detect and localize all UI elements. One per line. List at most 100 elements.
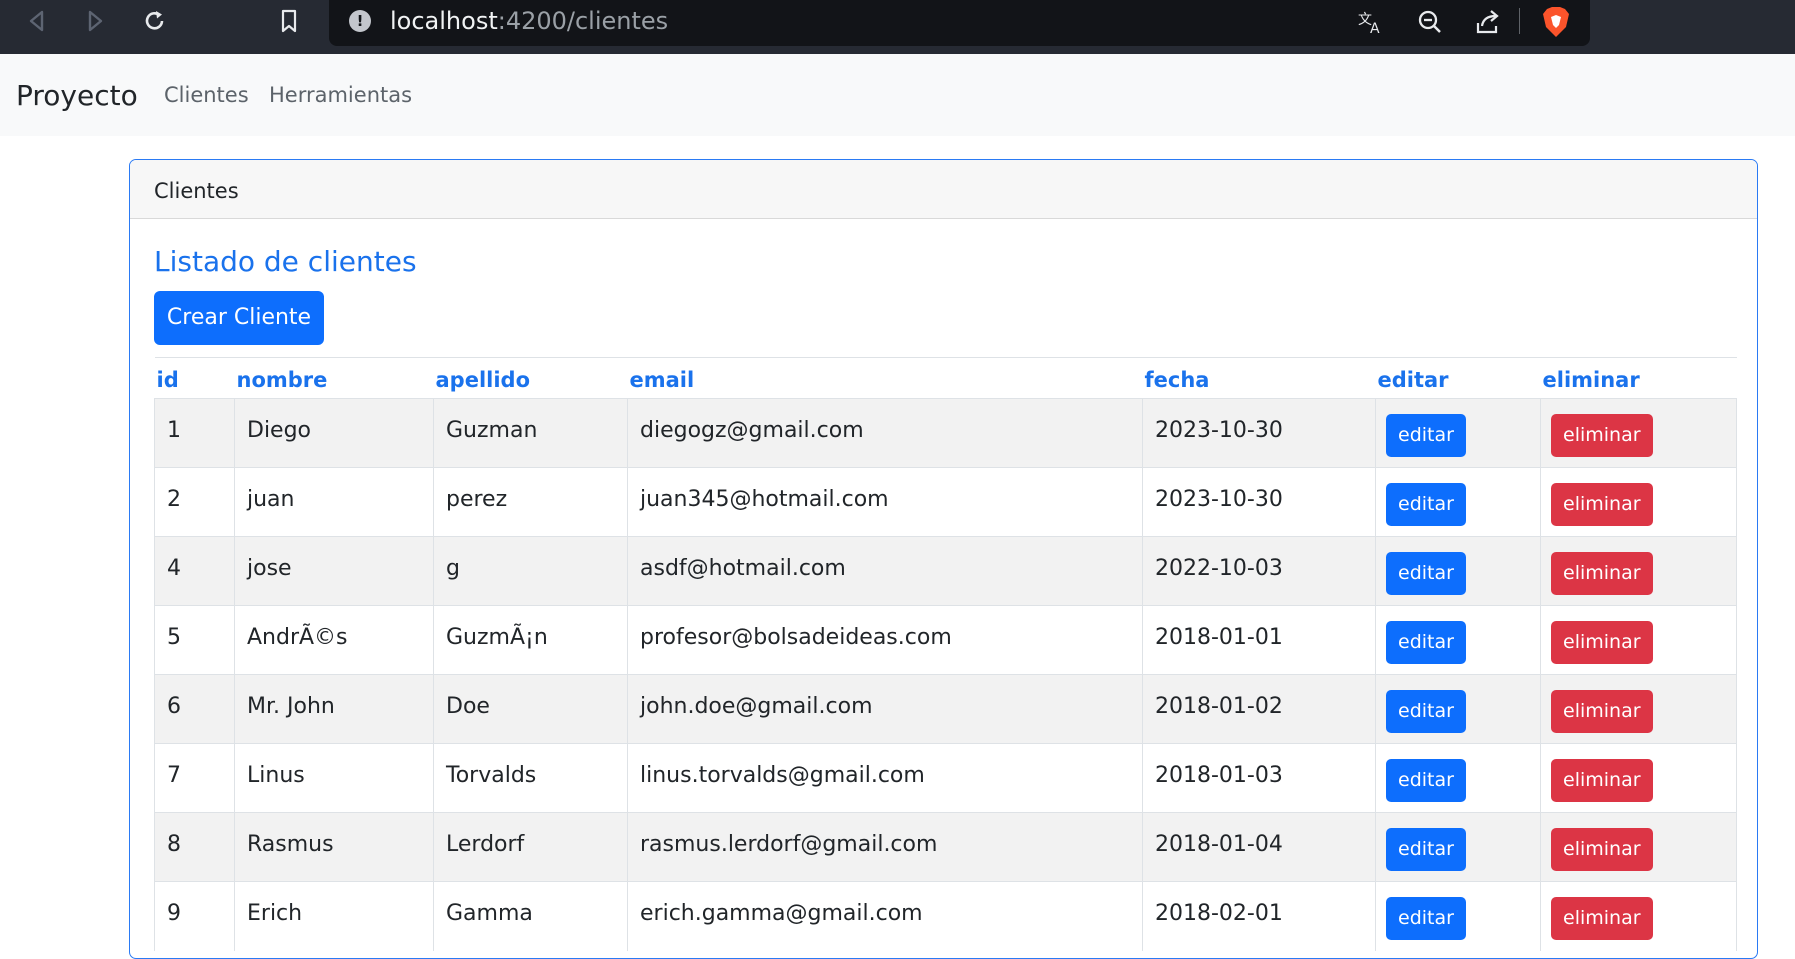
svg-text:A: A bbox=[1370, 21, 1380, 37]
id-value: 5 bbox=[167, 624, 181, 650]
nombre-value: Mr. John bbox=[247, 693, 335, 719]
id-value: 8 bbox=[167, 831, 181, 857]
table-row: 5 AndrÃ©s GuzmÃ¡n profesor@bolsadeideas.com… bbox=[154, 605, 1737, 675]
share-icon[interactable] bbox=[1471, 6, 1503, 38]
cell-email: erich.gamma@gmail.com bbox=[627, 881, 1143, 951]
table-row: 1 Diego Guzman diegogz@gmail.com 2023-10-30 e… bbox=[154, 398, 1737, 468]
cell-email: john.doe@gmail.com bbox=[627, 674, 1143, 744]
browser-toolbar: ! localhost:4200/clientes 文A bbox=[0, 0, 1795, 54]
url-text[interactable]: localhost:4200/clientes bbox=[390, 6, 668, 36]
cell-nombre: jose bbox=[234, 536, 434, 606]
fecha-value: 2018-01-01 bbox=[1155, 624, 1283, 650]
cell-apellido: Lerdorf bbox=[433, 812, 628, 882]
cell-id: 9 bbox=[154, 881, 235, 951]
fecha-value: 2022-10-03 bbox=[1155, 555, 1283, 581]
cell-fecha: 2018-01-01 bbox=[1142, 605, 1376, 675]
cell-nombre: AndrÃ©s bbox=[234, 605, 434, 675]
apellido-value: Gamma bbox=[446, 900, 533, 926]
delete-button[interactable]: eliminar bbox=[1551, 827, 1653, 871]
zoom-out-icon[interactable] bbox=[1414, 6, 1446, 38]
cell-email: profesor@bolsadeideas.com bbox=[627, 605, 1143, 675]
id-value: 6 bbox=[167, 693, 181, 719]
cell-apellido: perez bbox=[433, 467, 628, 537]
cell-fecha: 2018-01-03 bbox=[1142, 743, 1376, 813]
bookmark-icon[interactable] bbox=[274, 6, 304, 36]
cell-apellido: Torvalds bbox=[433, 743, 628, 813]
cell-editar: editar bbox=[1375, 743, 1541, 813]
column-header-fecha: fecha bbox=[1142, 357, 1376, 399]
apellido-value: Torvalds bbox=[446, 762, 537, 788]
edit-button[interactable]: editar bbox=[1386, 482, 1466, 526]
clientes-card: Clientes Listado de clientes Crear Clien… bbox=[129, 159, 1758, 959]
nav-link-herramientas[interactable]: Herramientas bbox=[269, 80, 412, 110]
translate-icon[interactable]: 文A bbox=[1355, 6, 1387, 38]
cell-nombre: Diego bbox=[234, 398, 434, 468]
cell-editar: editar bbox=[1375, 605, 1541, 675]
edit-button[interactable]: editar bbox=[1386, 413, 1466, 457]
site-info-icon[interactable]: ! bbox=[349, 10, 371, 32]
reload-icon[interactable] bbox=[140, 6, 170, 36]
delete-button[interactable]: eliminar bbox=[1551, 620, 1653, 664]
edit-button[interactable]: editar bbox=[1386, 758, 1466, 802]
edit-button[interactable]: editar bbox=[1386, 689, 1466, 733]
cell-eliminar: eliminar bbox=[1540, 881, 1737, 951]
id-value: 2 bbox=[167, 486, 181, 512]
id-value: 7 bbox=[167, 762, 181, 788]
nombre-value: Erich bbox=[247, 900, 303, 926]
delete-button[interactable]: eliminar bbox=[1551, 896, 1653, 940]
cell-id: 8 bbox=[154, 812, 235, 882]
cell-email: asdf@hotmail.com bbox=[627, 536, 1143, 606]
brave-shield-icon[interactable] bbox=[1541, 5, 1571, 39]
nombre-value: Rasmus bbox=[247, 831, 334, 857]
cell-fecha: 2023-10-30 bbox=[1142, 398, 1376, 468]
cell-eliminar: eliminar bbox=[1540, 743, 1737, 813]
column-header-apellido: apellido bbox=[433, 357, 628, 399]
nav-link-clientes[interactable]: Clientes bbox=[164, 80, 249, 110]
edit-button[interactable]: editar bbox=[1386, 551, 1466, 595]
apellido-value: g bbox=[446, 555, 460, 581]
id-value: 4 bbox=[167, 555, 181, 581]
cell-apellido: Gamma bbox=[433, 881, 628, 951]
apellido-value: Doe bbox=[446, 693, 490, 719]
cell-eliminar: eliminar bbox=[1540, 674, 1737, 744]
cell-apellido: Doe bbox=[433, 674, 628, 744]
edit-button[interactable]: editar bbox=[1386, 896, 1466, 940]
table-row: 8 Rasmus Lerdorf rasmus.lerdorf@gmail.com 20… bbox=[154, 812, 1737, 882]
cell-email: diegogz@gmail.com bbox=[627, 398, 1143, 468]
forward-icon[interactable] bbox=[80, 6, 110, 36]
fecha-value: 2018-01-02 bbox=[1155, 693, 1283, 719]
navbar-brand[interactable]: Proyecto bbox=[16, 78, 138, 114]
column-header-email: email bbox=[627, 357, 1143, 399]
address-bar[interactable]: ! localhost:4200/clientes 文A bbox=[329, 0, 1590, 46]
edit-button[interactable]: editar bbox=[1386, 620, 1466, 664]
table-header-row: id nombre apellido email fecha editar el… bbox=[154, 357, 1737, 399]
cell-eliminar: eliminar bbox=[1540, 605, 1737, 675]
fecha-value: 2023-10-30 bbox=[1155, 486, 1283, 512]
create-client-button[interactable]: Crear Cliente bbox=[154, 291, 324, 345]
delete-button[interactable]: eliminar bbox=[1551, 413, 1653, 457]
email-value: juan345@hotmail.com bbox=[640, 486, 889, 512]
fecha-value: 2018-01-04 bbox=[1155, 831, 1283, 857]
cell-nombre: Erich bbox=[234, 881, 434, 951]
delete-button[interactable]: eliminar bbox=[1551, 758, 1653, 802]
column-header-id: id bbox=[154, 357, 235, 399]
delete-button[interactable]: eliminar bbox=[1551, 551, 1653, 595]
cell-fecha: 2018-01-04 bbox=[1142, 812, 1376, 882]
cell-email: linus.torvalds@gmail.com bbox=[627, 743, 1143, 813]
back-icon[interactable] bbox=[22, 6, 52, 36]
email-value: john.doe@gmail.com bbox=[640, 693, 873, 719]
url-path: :4200/clientes bbox=[497, 7, 669, 35]
cell-eliminar: eliminar bbox=[1540, 467, 1737, 537]
nombre-value: Diego bbox=[247, 417, 312, 443]
delete-button[interactable]: eliminar bbox=[1551, 482, 1653, 526]
apellido-value: Lerdorf bbox=[446, 831, 525, 857]
cell-eliminar: eliminar bbox=[1540, 536, 1737, 606]
fecha-value: 2023-10-30 bbox=[1155, 417, 1283, 443]
url-host: localhost bbox=[390, 7, 498, 35]
cell-fecha: 2018-02-01 bbox=[1142, 881, 1376, 951]
card-header-title: Clientes bbox=[154, 179, 239, 203]
delete-button[interactable]: eliminar bbox=[1551, 689, 1653, 733]
edit-button[interactable]: editar bbox=[1386, 827, 1466, 871]
cell-nombre: Mr. John bbox=[234, 674, 434, 744]
table-row: 6 Mr. John Doe john.doe@gmail.com 2018-01-02… bbox=[154, 674, 1737, 744]
